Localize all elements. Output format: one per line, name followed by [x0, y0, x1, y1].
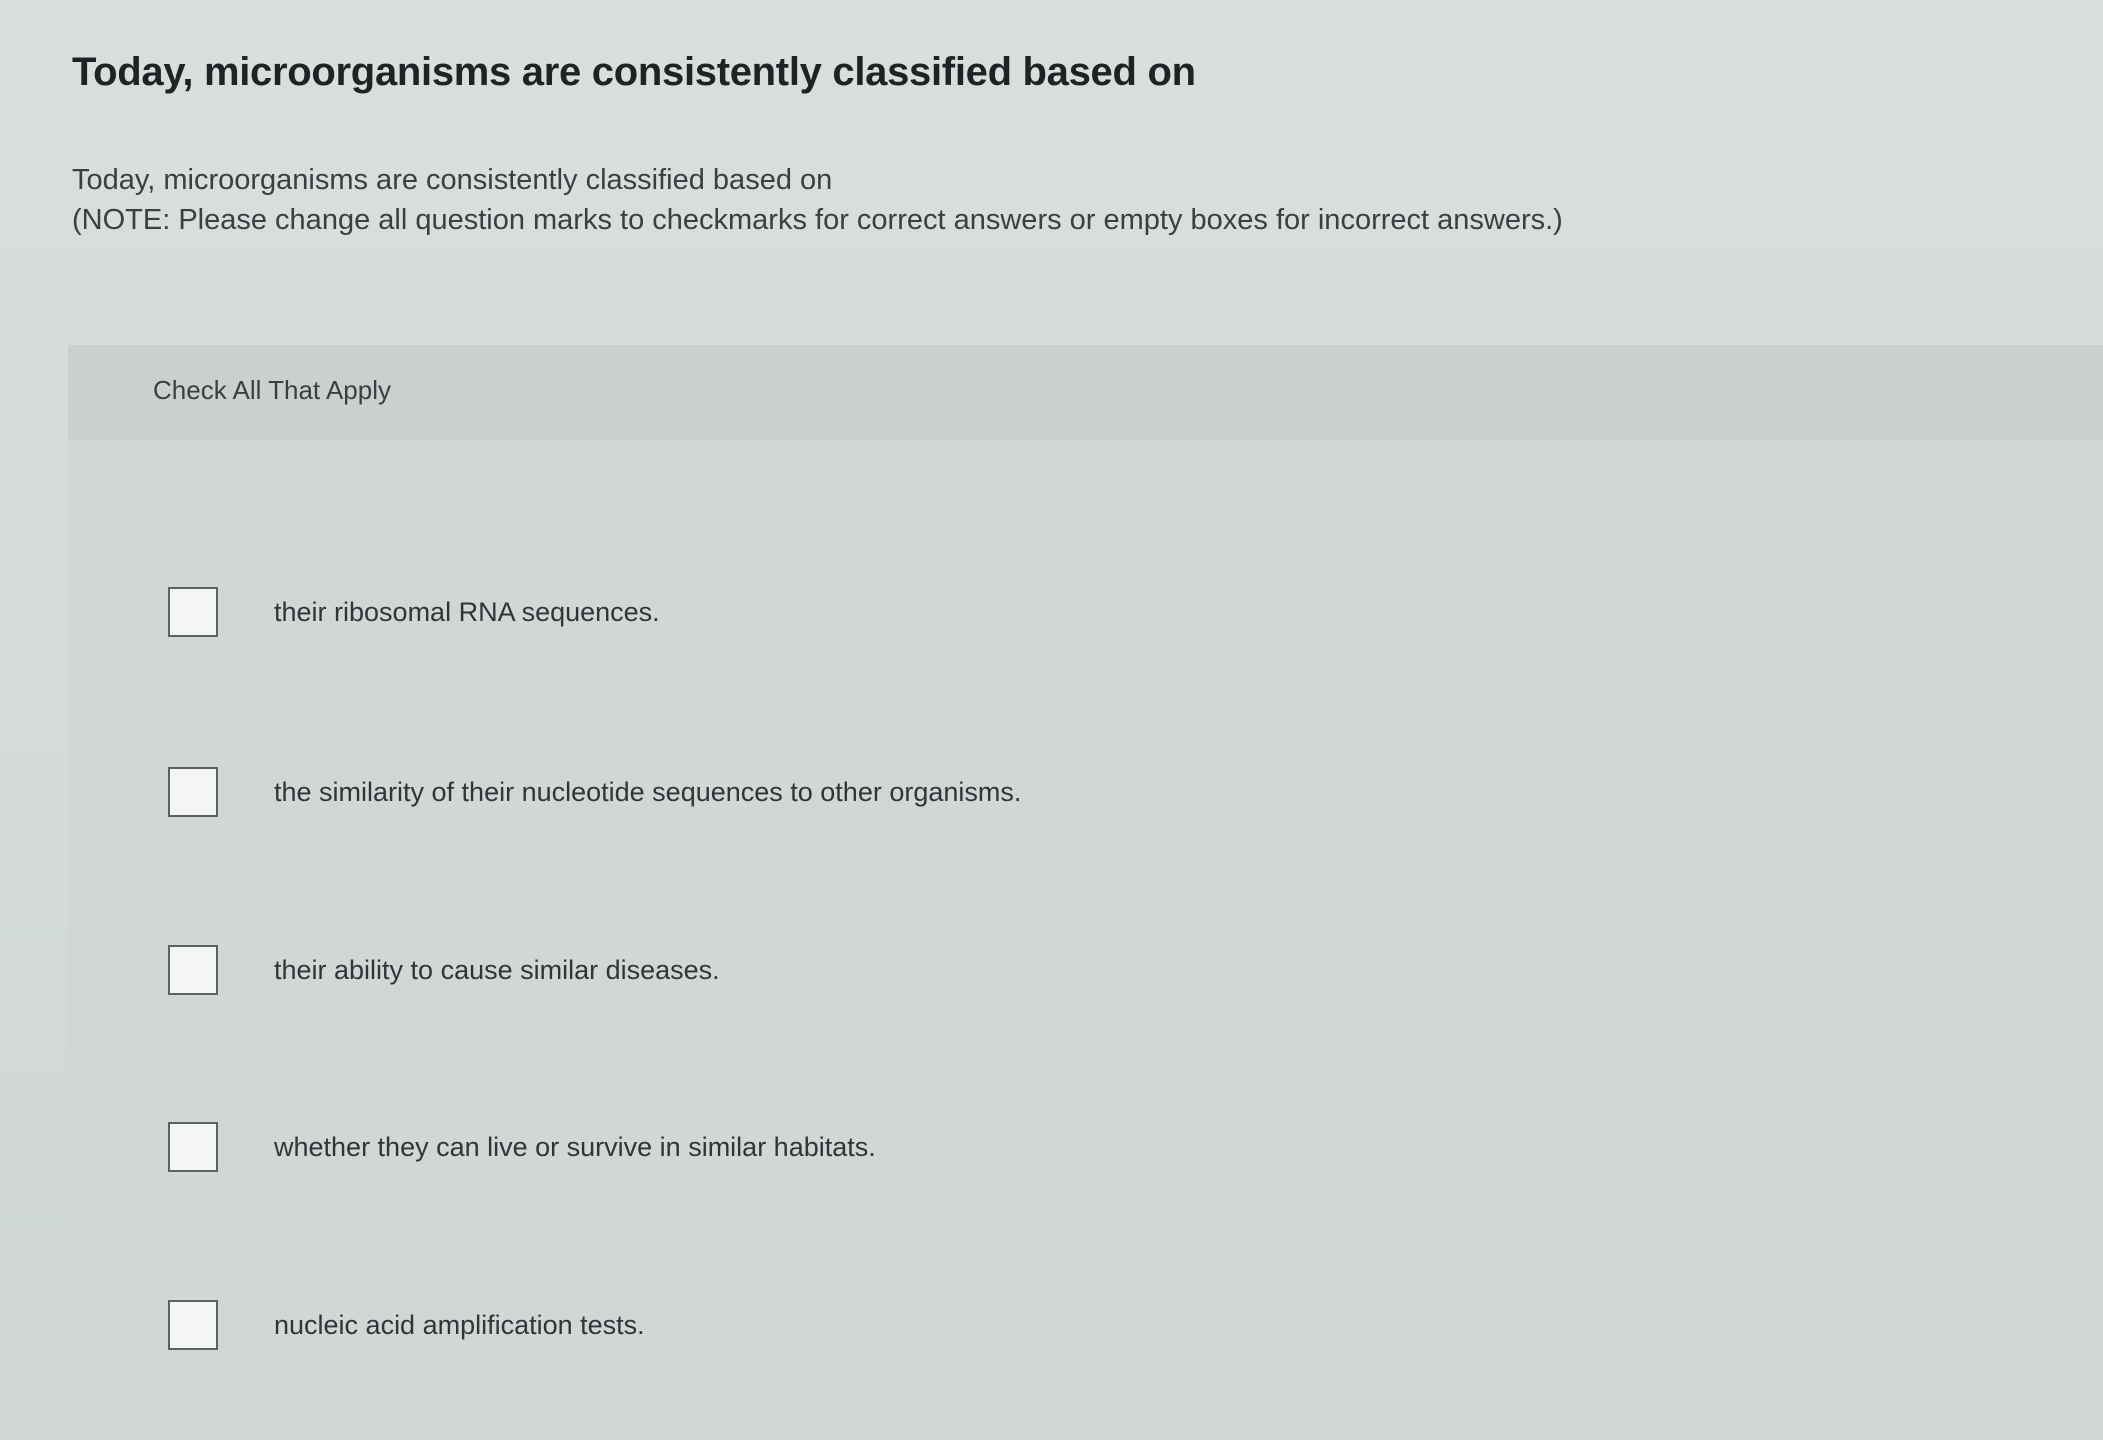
answer-option-label-2: the similarity of their nucleotide seque…	[274, 776, 1022, 807]
question-title: Today, microorganisms are consistently c…	[72, 50, 1196, 94]
question-note: (NOTE: Please change all question marks …	[72, 204, 1563, 236]
answer-option-label-3: their ability to cause similar diseases.	[274, 954, 720, 985]
answer-checkbox-2[interactable]	[168, 767, 218, 817]
answer-checkbox-1[interactable]	[168, 587, 218, 637]
answer-option-3[interactable]: their ability to cause similar diseases.	[168, 940, 720, 1000]
question-prompt: Today, microorganisms are consistently c…	[72, 164, 833, 196]
answer-panel-header: Check All That Apply	[68, 345, 2103, 440]
answer-checkbox-5[interactable]	[168, 1300, 218, 1350]
answer-option-1[interactable]: their ribosomal RNA sequences.	[168, 582, 660, 642]
answer-option-label-4: whether they can live or survive in simi…	[274, 1131, 876, 1162]
answer-option-5[interactable]: nucleic acid amplification tests.	[168, 1295, 645, 1355]
answer-checkbox-3[interactable]	[168, 945, 218, 995]
answer-panel: Check All That Apply their ribosomal RNA…	[68, 345, 2103, 1440]
question-body: Today, microorganisms are consistently c…	[72, 160, 1972, 240]
answer-checkbox-4[interactable]	[168, 1122, 218, 1172]
answer-option-label-5: nucleic acid amplification tests.	[274, 1309, 645, 1340]
answer-option-4[interactable]: whether they can live or survive in simi…	[168, 1117, 876, 1177]
page: Today, microorganisms are consistently c…	[0, 0, 2103, 1440]
answer-option-label-1: their ribosomal RNA sequences.	[274, 596, 660, 627]
answer-option-2[interactable]: the similarity of their nucleotide seque…	[168, 762, 1021, 822]
check-all-that-apply-label: Check All That Apply	[153, 375, 391, 405]
